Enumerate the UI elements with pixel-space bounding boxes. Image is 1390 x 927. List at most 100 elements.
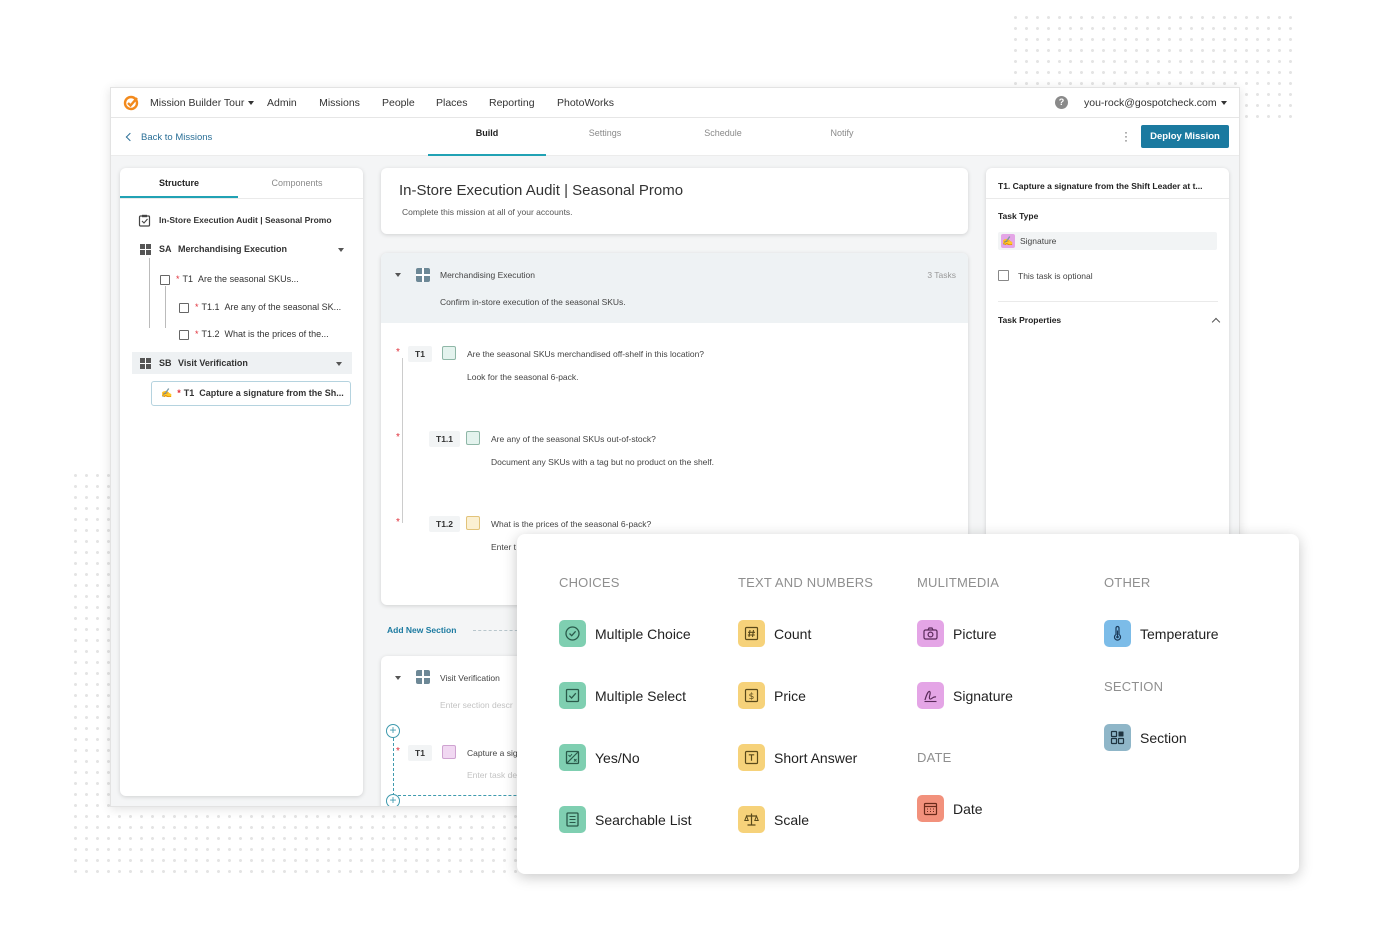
user-email: you-rock@gospotcheck.com xyxy=(1084,97,1217,109)
section-grid-icon xyxy=(140,358,151,370)
tree-task-t1-1[interactable]: * T1.1 Are any of the seasonal SK... xyxy=(179,302,341,313)
dollar-icon xyxy=(179,329,189,340)
component-label: Multiple Choice xyxy=(595,626,691,642)
section-grid-icon xyxy=(416,268,430,282)
tree-prefix: T1.2 xyxy=(201,329,220,339)
component-label: Price xyxy=(774,688,806,704)
nav-places[interactable]: Places xyxy=(436,97,468,109)
back-label: Back to Missions xyxy=(141,132,213,143)
task-question[interactable]: Are any of the seasonal SKUs out-of-stoc… xyxy=(491,434,656,444)
tab-schedule[interactable]: Schedule xyxy=(664,128,782,156)
svg-text:$: $ xyxy=(749,692,755,702)
task-type-select[interactable]: ✍ Signature xyxy=(998,232,1217,250)
task-detail-header: T1. Capture a signature from the Shift L… xyxy=(998,181,1203,191)
mission-title[interactable]: In-Store Execution Audit | Seasonal Prom… xyxy=(399,182,683,199)
divider xyxy=(998,301,1218,302)
section-name[interactable]: Merchandising Execution xyxy=(440,270,535,280)
chevron-up-icon[interactable] xyxy=(1211,317,1221,327)
app-switcher[interactable]: Mission Builder Tour xyxy=(150,97,255,109)
tree-prefix: T1 xyxy=(182,274,194,284)
tab-components[interactable]: Components xyxy=(238,178,356,198)
category-section: SECTION xyxy=(1104,679,1164,694)
chevron-down-icon[interactable] xyxy=(395,273,401,277)
checkbox-icon xyxy=(559,682,586,709)
signature-icon xyxy=(917,682,944,709)
section-name[interactable]: Visit Verification xyxy=(440,673,500,683)
list-icon xyxy=(559,806,586,833)
add-new-section-button[interactable]: Add New Section xyxy=(387,625,456,635)
signature-icon: ✍ xyxy=(161,388,173,398)
thermometer-icon xyxy=(1104,620,1131,647)
section-description-placeholder[interactable]: Enter section descr xyxy=(440,700,513,710)
nav-photoworks[interactable]: PhotoWorks xyxy=(557,97,614,109)
chevron-down-icon[interactable] xyxy=(336,362,342,366)
required-marker: * xyxy=(396,746,400,757)
chevron-down-icon[interactable] xyxy=(395,676,401,680)
tree-section-sa[interactable]: SA Merchandising Execution xyxy=(140,244,350,256)
tree-task-t1[interactable]: * T1 Are the seasonal SKUs... xyxy=(160,274,299,285)
user-menu[interactable]: you-rock@gospotcheck.com xyxy=(1084,97,1227,109)
chevron-down-icon xyxy=(1220,101,1227,106)
add-task-bottom-icon[interactable]: + xyxy=(386,794,400,806)
tree-prefix: T1 xyxy=(183,388,195,398)
tree-label: Visit Verification xyxy=(178,358,248,368)
signature-icon xyxy=(442,745,456,759)
category-date: DATE xyxy=(917,750,952,765)
section-description[interactable]: Confirm in-store execution of the season… xyxy=(440,297,626,307)
structure-panel: Structure Components In-Store Execution … xyxy=(120,168,363,796)
nav-reporting[interactable]: Reporting xyxy=(489,97,535,109)
task-type-value: Signature xyxy=(1020,236,1057,246)
tree-task-signature[interactable]: ✍ * T1 Capture a signature from the Sh... xyxy=(151,381,351,406)
tree-section-sb[interactable]: SB Visit Verification xyxy=(132,352,352,374)
section-grid-icon xyxy=(140,244,151,256)
tree-mission[interactable]: In-Store Execution Audit | Seasonal Prom… xyxy=(138,214,332,227)
yes-no-icon xyxy=(442,346,456,360)
gospotcheck-logo-icon[interactable] xyxy=(123,95,139,111)
tree-prefix: SB xyxy=(159,358,172,368)
mission-subtitle[interactable]: Complete this mission at all of your acc… xyxy=(402,207,573,217)
tree-label: Are any of the seasonal SK... xyxy=(224,302,342,312)
component-label: Picture xyxy=(953,626,997,642)
nav-missions[interactable]: Missions xyxy=(308,97,371,120)
tab-structure[interactable]: Structure xyxy=(120,178,238,198)
task-connector xyxy=(402,358,403,523)
task-question[interactable]: Capture a sig xyxy=(467,748,518,758)
task-note[interactable]: Document any SKUs with a tag but no prod… xyxy=(491,457,714,467)
task-description-placeholder[interactable]: Enter task de xyxy=(467,770,517,780)
signature-icon: ✍ xyxy=(1001,234,1015,248)
task-count: 3 Tasks xyxy=(927,270,956,280)
deploy-mission-button[interactable]: Deploy Mission xyxy=(1141,125,1229,148)
tree-task-t1-2[interactable]: * T1.2 What is the prices of the... xyxy=(179,329,329,340)
tree-label: What is the prices of the... xyxy=(224,329,329,339)
component-label: Temperature xyxy=(1140,626,1219,642)
task-note[interactable]: Look for the seasonal 6-pack. xyxy=(467,372,579,382)
nav-people[interactable]: People xyxy=(382,97,415,109)
chevron-down-icon[interactable] xyxy=(338,248,344,252)
task-tag: T1.2 xyxy=(429,516,461,532)
tab-build[interactable]: Build xyxy=(428,128,546,156)
add-task-top-icon[interactable]: + xyxy=(386,724,400,738)
help-icon[interactable]: ? xyxy=(1055,96,1068,109)
optional-checkbox[interactable] xyxy=(998,270,1009,281)
text-icon xyxy=(738,744,765,771)
category-multimedia: MULITMEDIA xyxy=(917,575,1000,590)
task-note[interactable]: Enter t xyxy=(491,542,516,552)
nav-admin[interactable]: Admin xyxy=(267,97,297,109)
dollar-icon: $ xyxy=(738,682,765,709)
required-marker: * xyxy=(176,274,180,284)
required-marker: * xyxy=(396,432,400,443)
more-options-icon[interactable]: · · · xyxy=(1123,126,1129,146)
back-to-missions-link[interactable]: Back to Missions xyxy=(125,132,213,143)
tab-notify[interactable]: Notify xyxy=(783,128,901,156)
yes-no-icon xyxy=(559,744,586,771)
top-navigation: Mission Builder Tour Admin Missions Peop… xyxy=(111,88,1239,120)
chevron-down-icon xyxy=(248,101,255,106)
task-question[interactable]: What is the prices of the seasonal 6-pac… xyxy=(491,519,651,529)
task-type-label: Task Type xyxy=(998,211,1039,221)
task-question[interactable]: Are the seasonal SKUs merchandised off-s… xyxy=(467,349,704,359)
tab-settings[interactable]: Settings xyxy=(546,128,664,156)
section-grid-icon xyxy=(416,670,430,684)
task-tag: T1 xyxy=(408,346,432,362)
task-properties-label[interactable]: Task Properties xyxy=(998,315,1061,325)
component-label: Signature xyxy=(953,688,1013,704)
